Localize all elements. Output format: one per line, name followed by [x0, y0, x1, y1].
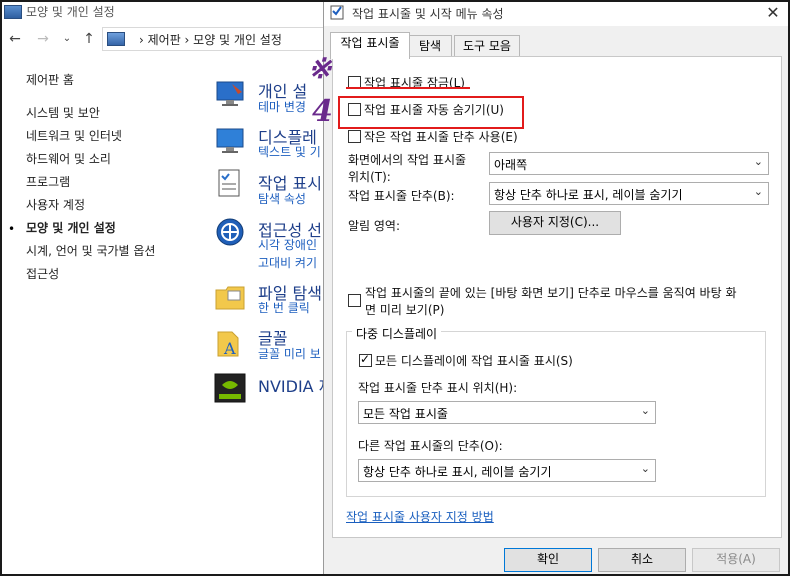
show-buttons-on-label: 작업 표시줄 단추 표시 위치(H): — [358, 381, 518, 395]
tab-navigation[interactable]: 탐색 — [408, 35, 452, 58]
chevron-down-icon: ⌄ — [640, 462, 650, 475]
show-all-displays-label: 모든 디스플레이에 작업 표시줄 표시(S) — [375, 354, 573, 368]
other-buttons-label: 다른 작업 표시줄의 단추(O): — [358, 439, 503, 453]
taskbar-buttons-select[interactable]: 항상 단추 하나로 표시, 레이블 숨기기 ⌄ — [489, 182, 769, 205]
fonts-icon: A — [217, 331, 239, 358]
control-panel-icon — [107, 32, 125, 46]
address-path: › 제어판 › 모양 및 개인 설정 — [139, 33, 282, 47]
annotation-step-number: 4 — [312, 94, 333, 129]
customize-taskbar-help-link[interactable]: 작업 표시줄 사용자 지정 방법 — [346, 508, 494, 525]
category-link-high-contrast[interactable]: 고대비 켜기 — [258, 254, 317, 271]
recent-locations-button[interactable]: ⌄ — [58, 30, 76, 48]
chevron-down-icon: ⌄ — [753, 155, 763, 168]
taskbar-position-label-line1: 화면에서의 작업 표시줄 — [348, 153, 467, 167]
show-buttons-on-value: 모든 작업 표시줄 — [363, 407, 448, 421]
sidebar-item-network[interactable]: 네트워크 및 인터넷 — [26, 127, 122, 144]
tab-taskbar[interactable]: 작업 표시줄 — [330, 32, 410, 59]
svg-text:A: A — [223, 339, 236, 358]
category-link-navigation-properties[interactable]: 탐색 속성 — [258, 190, 306, 207]
peek-checkbox[interactable] — [348, 294, 361, 307]
peek-label-line2: 면 미리 보기(P) — [365, 303, 445, 317]
taskbar-position-label-line2: 위치(T): — [348, 170, 391, 184]
category-link-font-preview[interactable]: 글꼴 미리 보 — [258, 345, 321, 362]
dialog-titlebar[interactable]: 작업 표시줄 및 시작 메뉴 속성 ✕ — [324, 0, 790, 26]
other-buttons-select[interactable]: 항상 단추 하나로 표시, 레이블 숨기기 ⌄ — [358, 459, 656, 482]
category-link-single-click[interactable]: 한 번 클릭 — [258, 299, 310, 316]
sidebar-item-programs[interactable]: 프로그램 — [26, 173, 70, 190]
small-buttons-checkbox[interactable] — [348, 130, 361, 143]
ok-button[interactable]: 확인 — [504, 548, 592, 572]
tab-toolbars[interactable]: 도구 모음 — [454, 35, 520, 58]
chevron-down-icon: ⌄ — [640, 404, 650, 417]
other-buttons-value: 항상 단추 하나로 표시, 레이블 숨기기 — [363, 465, 552, 479]
close-icon[interactable]: ✕ — [762, 2, 784, 24]
back-button[interactable]: ← — [6, 30, 24, 48]
peek-label-line1: 작업 표시줄의 끝에 있는 [바탕 화면 보기] 단추로 마우스를 움직여 바탕… — [365, 286, 737, 300]
customize-button[interactable]: 사용자 지정(C)... — [489, 211, 621, 235]
show-all-displays-checkbox[interactable] — [359, 352, 372, 367]
annotation-reference-mark: ※ — [308, 52, 332, 85]
taskbar-buttons-label: 작업 표시줄 단추(B): — [348, 189, 455, 203]
control-panel-icon — [4, 5, 22, 19]
sidebar-item-system-security[interactable]: 시스템 및 보안 — [26, 104, 100, 121]
sidebar-item-clock-region[interactable]: 시계, 언어 및 국가별 옵션 — [26, 242, 155, 259]
checklist-icon — [330, 5, 344, 20]
taskbar-position-select[interactable]: 아래쪽 ⌄ — [489, 152, 769, 175]
chevron-down-icon: ⌄ — [753, 185, 763, 198]
taskbar-position-value: 아래쪽 — [494, 158, 528, 172]
window-title: 모양 및 개인 설정 — [26, 5, 115, 19]
apply-button[interactable]: 적용(A) — [692, 548, 780, 572]
ease-of-access-icon — [216, 218, 244, 246]
annotation-underline — [346, 87, 470, 89]
dialog-title: 작업 표시줄 및 시작 메뉴 속성 — [352, 7, 504, 21]
forward-button[interactable]: → — [34, 30, 52, 48]
sidebar-item-user-accounts[interactable]: 사용자 계정 — [26, 196, 85, 213]
personalization-icon — [216, 81, 244, 106]
nvidia-icon — [214, 373, 246, 403]
sidebar-item-control-panel-home[interactable]: 제어판 홈 — [26, 71, 74, 88]
active-bullet-icon: • — [8, 222, 16, 236]
folder-options-icon — [215, 286, 245, 310]
sidebar-item-hardware-sound[interactable]: 하드웨어 및 소리 — [26, 150, 111, 167]
display-icon — [216, 128, 244, 153]
annotation-highlight-box — [338, 96, 524, 129]
category-link-visual-impairment[interactable]: 시각 장애인 — [258, 236, 317, 253]
up-button[interactable]: ↑ — [80, 30, 98, 48]
taskbar-icon — [218, 169, 240, 197]
address-bar[interactable]: › 제어판 › 모양 및 개인 설정 — [102, 27, 334, 51]
small-buttons-label: 작은 작업 표시줄 단추 사용(E) — [364, 130, 518, 144]
category-link-change-theme[interactable]: 테마 변경 — [258, 98, 306, 115]
multi-display-group-title: 다중 디스플레이 — [352, 325, 442, 342]
notification-area-label: 알림 영역: — [348, 219, 401, 233]
taskbar-buttons-value: 항상 단추 하나로 표시, 레이블 숨기기 — [494, 188, 683, 202]
category-link-text-size[interactable]: 텍스트 및 기 — [258, 143, 321, 160]
cancel-button[interactable]: 취소 — [598, 548, 686, 572]
show-buttons-on-select[interactable]: 모든 작업 표시줄 ⌄ — [358, 401, 656, 424]
sidebar-item-appearance[interactable]: 모양 및 개인 설정 — [26, 219, 116, 236]
sidebar-item-ease-of-access[interactable]: 접근성 — [26, 265, 59, 282]
